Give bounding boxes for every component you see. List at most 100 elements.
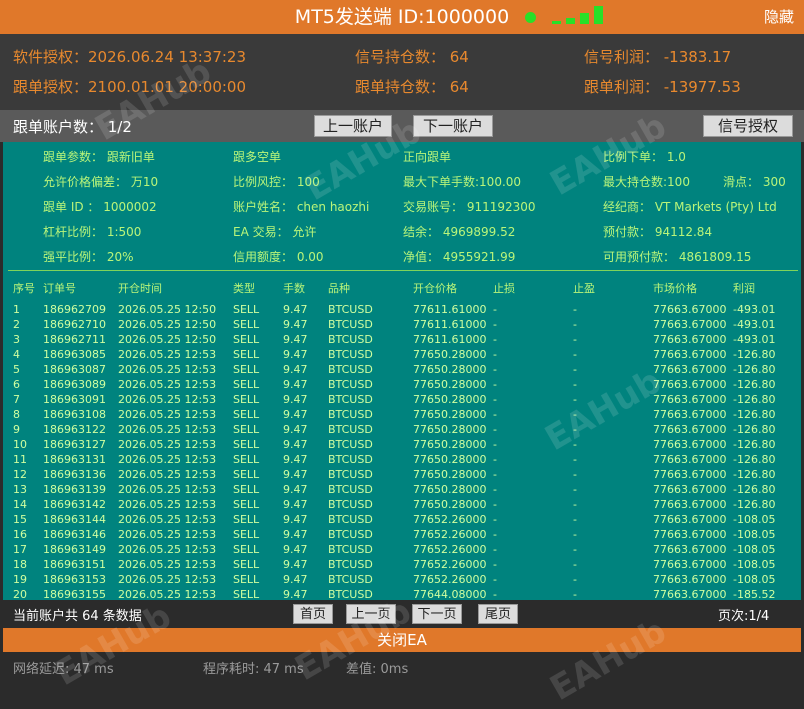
col-type: SELL <box>233 363 260 376</box>
col-index: 8 <box>13 408 20 421</box>
col-symbol: BTCUSD <box>328 498 373 511</box>
col-lots: 9.47 <box>283 558 308 571</box>
col-type: SELL <box>233 468 260 481</box>
col-tp: - <box>573 558 577 571</box>
col-profit-header: 利润 <box>733 282 755 295</box>
col-order-id: 186963146 <box>43 528 106 541</box>
col-market-price: 77663.67000 <box>653 468 727 481</box>
col-type: SELL <box>233 303 260 316</box>
col-sl: - <box>493 573 497 586</box>
follow-profit: 跟单利润： -13977.53 <box>584 78 741 96</box>
param-slippage: 滑点： 300 <box>723 175 786 189</box>
col-market-price: 77663.67000 <box>653 558 727 571</box>
last-page-button[interactable]: 尾页 <box>478 604 518 624</box>
col-lots: 9.47 <box>283 468 308 481</box>
col-open-time: 2026.05.25 12:53 <box>118 558 217 571</box>
next-account-button[interactable]: 下一账户 <box>413 115 493 137</box>
col-order-id: 186963131 <box>43 453 106 466</box>
col-symbol: BTCUSD <box>328 333 373 346</box>
col-type: SELL <box>233 528 260 541</box>
signal-positions: 信号持仓数： 64 <box>355 48 469 66</box>
col-lots: 9.47 <box>283 333 308 346</box>
software-auth: 软件授权：2026.06.24 13:37:23 <box>13 48 247 66</box>
col-order-id: 186963085 <box>43 348 106 361</box>
col-open-price: 77652.26000 <box>413 513 487 526</box>
col-open-price: 77652.26000 <box>413 543 487 556</box>
col-open-price: 77650.28000 <box>413 348 487 361</box>
col-profit: -126.80 <box>733 363 776 376</box>
col-sl: - <box>493 378 497 391</box>
col-tp: - <box>573 378 577 391</box>
col-sl: - <box>493 483 497 496</box>
col-open-price: 77652.26000 <box>413 558 487 571</box>
col-tp: - <box>573 363 577 376</box>
col-index: 12 <box>13 468 27 481</box>
col-sl: - <box>493 303 497 316</box>
record-count: 当前账户共 64 条数据 <box>13 609 142 624</box>
param-account-name: 账户姓名： chen haozhi <box>233 200 370 214</box>
col-type: SELL <box>233 348 260 361</box>
col-order-id: 186963142 <box>43 498 106 511</box>
col-profit: -126.80 <box>733 423 776 436</box>
col-market-price: 77663.67000 <box>653 363 727 376</box>
col-market-price: 77663.67000 <box>653 423 727 436</box>
prev-page-button[interactable]: 上一页 <box>346 604 396 624</box>
col-profit: -126.80 <box>733 393 776 406</box>
col-type: SELL <box>233 318 260 331</box>
col-index: 3 <box>13 333 20 346</box>
col-type: SELL <box>233 378 260 391</box>
col-sl: - <box>493 438 497 451</box>
col-profit: -126.80 <box>733 483 776 496</box>
col-open-price: 77652.26000 <box>413 528 487 541</box>
col-sl: - <box>493 453 497 466</box>
param-ea-trading: EA 交易： 允许 <box>233 225 317 239</box>
col-market-price: 77663.67000 <box>653 528 727 541</box>
col-order-id: 186963136 <box>43 468 106 481</box>
col-sl: - <box>493 348 497 361</box>
hide-button[interactable]: 隐藏 <box>764 0 794 34</box>
col-tp: - <box>573 348 577 361</box>
col-symbol: BTCUSD <box>328 303 373 316</box>
close-ea-button[interactable]: 关闭EA <box>3 628 801 652</box>
col-lots: 9.47 <box>283 543 308 556</box>
col-tp: - <box>573 423 577 436</box>
col-lots: 9.47 <box>283 438 308 451</box>
col-type: SELL <box>233 543 260 556</box>
follow-positions: 跟单持仓数： 64 <box>355 78 469 96</box>
signal-auth-button[interactable]: 信号授权 <box>703 115 793 137</box>
col-index: 11 <box>13 453 27 466</box>
col-lots: 9.47 <box>283 573 308 586</box>
col-symbol: BTCUSD <box>328 573 373 586</box>
col-order-id: 186963151 <box>43 558 106 571</box>
col-tp: - <box>573 528 577 541</box>
col-symbol: BTCUSD <box>328 393 373 406</box>
col-tp: - <box>573 543 577 556</box>
connection-status-icon <box>525 12 536 23</box>
col-index: 7 <box>13 393 20 406</box>
col-open-time: 2026.05.25 12:53 <box>118 498 217 511</box>
col-index: 6 <box>13 378 20 391</box>
col-sl: - <box>493 543 497 556</box>
col-type: SELL <box>233 423 260 436</box>
col-open-time: 2026.05.25 12:53 <box>118 438 217 451</box>
col-profit: -108.05 <box>733 558 776 571</box>
col-lots: 9.47 <box>283 408 308 421</box>
col-open-price: 77650.28000 <box>413 408 487 421</box>
col-open-price: 77611.61000 <box>413 303 487 316</box>
next-page-button[interactable]: 下一页 <box>412 604 462 624</box>
col-open-time: 2026.05.25 12:53 <box>118 528 217 541</box>
col-order-id: 186963122 <box>43 423 106 436</box>
col-index: 10 <box>13 438 27 451</box>
param-forward: 正向跟单 <box>403 150 452 164</box>
col-profit: -126.80 <box>733 498 776 511</box>
col-open-price: 77611.61000 <box>413 333 487 346</box>
col-market-price: 77663.67000 <box>653 453 727 466</box>
col-open-time: 2026.05.25 12:50 <box>118 318 217 331</box>
prev-account-button[interactable]: 上一账户 <box>314 115 392 137</box>
param-max-lots: 最大下单手数:100.00 <box>403 175 522 189</box>
first-page-button[interactable]: 首页 <box>293 604 333 624</box>
col-symbol: BTCUSD <box>328 318 373 331</box>
col-lots: 9.47 <box>283 363 308 376</box>
col-type: SELL <box>233 513 260 526</box>
col-type: SELL <box>233 558 260 571</box>
